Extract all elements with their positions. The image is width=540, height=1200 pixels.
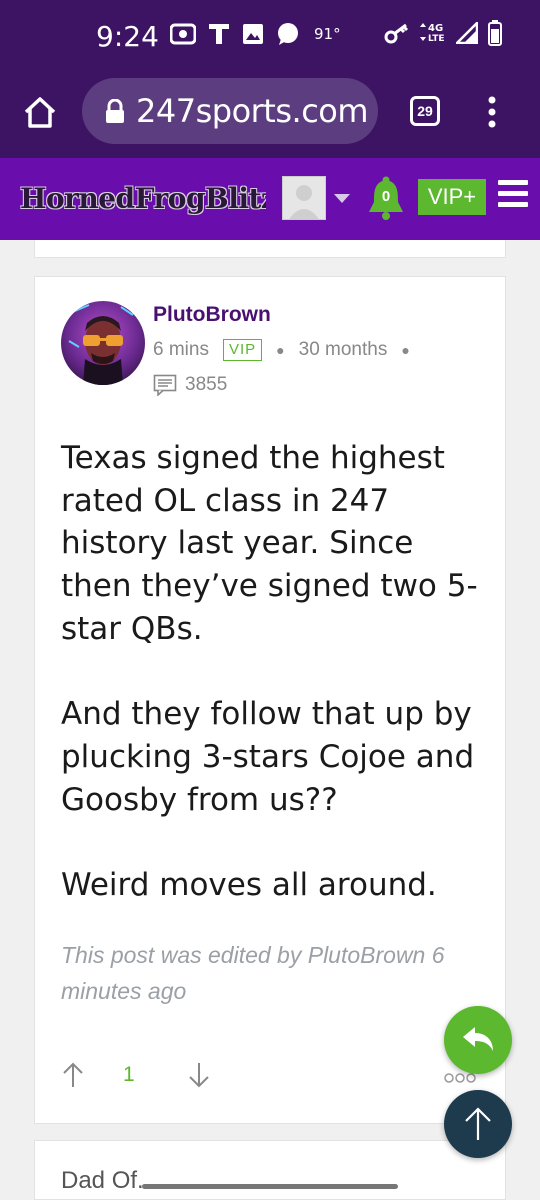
reply-icon bbox=[463, 1027, 493, 1051]
message-icon bbox=[276, 22, 300, 46]
home-button[interactable] bbox=[20, 92, 60, 132]
vip-badge: VIP bbox=[222, 339, 263, 361]
membership-duration: 30 months bbox=[298, 339, 388, 360]
edited-note: This post was edited by PlutoBrown 6 min… bbox=[61, 942, 445, 1004]
notifications-button[interactable]: 0 bbox=[366, 174, 406, 222]
browser-toolbar: 247sports.com 29 bbox=[0, 70, 540, 158]
menu-button[interactable] bbox=[498, 180, 528, 212]
home-icon bbox=[24, 97, 56, 128]
more-vert-icon bbox=[488, 96, 496, 128]
image-icon bbox=[242, 23, 264, 45]
downvote-button[interactable] bbox=[187, 1061, 211, 1089]
hamburger-line bbox=[498, 191, 528, 196]
status-bar: 9:24 91° 4G LTE bbox=[0, 0, 540, 70]
t-app-icon bbox=[208, 23, 230, 45]
post-paragraph: And they follow that up by plucking 3-st… bbox=[61, 696, 475, 818]
status-icons-left: 91° bbox=[170, 22, 341, 46]
site-header: HornedFrogBlitz 0 VIP+ bbox=[0, 158, 540, 240]
status-icons-right: 4G LTE bbox=[384, 20, 502, 46]
url-text: 247sports.com bbox=[136, 92, 369, 130]
upvote-button[interactable] bbox=[61, 1061, 85, 1089]
post-paragraph: Texas signed the highest rated OL class … bbox=[61, 440, 478, 647]
vip-plus-button[interactable]: VIP+ bbox=[418, 179, 486, 215]
user-avatar[interactable] bbox=[282, 176, 326, 220]
gesture-navigation-bar[interactable] bbox=[142, 1184, 398, 1189]
separator-dot: ● bbox=[401, 342, 410, 358]
chevron-down-icon[interactable] bbox=[334, 194, 350, 203]
status-time: 9:24 bbox=[96, 20, 159, 53]
signal-icon bbox=[456, 22, 478, 44]
arrow-down-icon bbox=[189, 1063, 209, 1088]
more-horiz-icon bbox=[444, 1073, 476, 1083]
url-bar[interactable]: 247sports.com bbox=[82, 78, 378, 144]
next-post-preview: Dad Of... bbox=[61, 1167, 158, 1194]
previous-post-card bbox=[34, 240, 506, 258]
next-post-card: Dad Of... bbox=[34, 1140, 506, 1200]
site-logo[interactable]: HornedFrogBlitz bbox=[20, 182, 266, 215]
post-count-row: 3855 bbox=[153, 374, 227, 396]
post-paragraph: Weird moves all around. bbox=[61, 867, 437, 903]
network-type: 4G LTE bbox=[420, 21, 446, 46]
screen-record-icon bbox=[170, 23, 196, 45]
post-body: Texas signed the highest rated OL class … bbox=[61, 437, 491, 907]
notification-count: 0 bbox=[381, 188, 391, 205]
post-meta: 6 mins VIP ● 30 months ● bbox=[153, 339, 424, 361]
temperature: 91° bbox=[314, 25, 341, 43]
post-time[interactable]: 6 mins bbox=[153, 339, 209, 361]
battery-icon bbox=[488, 20, 502, 46]
post-count: 3855 bbox=[185, 374, 228, 395]
svg-text:4G: 4G bbox=[428, 23, 443, 34]
author-avatar[interactable] bbox=[61, 301, 145, 385]
separator-dot: ● bbox=[276, 342, 285, 358]
scroll-to-top-button[interactable] bbox=[444, 1090, 512, 1158]
arrow-up-icon bbox=[63, 1062, 83, 1087]
browser-menu-button[interactable] bbox=[480, 94, 504, 130]
vpn-key-icon bbox=[384, 22, 410, 44]
hamburger-line bbox=[498, 202, 528, 207]
post-card: PlutoBrown 6 mins VIP ● 30 months ● 3855… bbox=[34, 276, 506, 1124]
hamburger-line bbox=[498, 180, 528, 185]
lock-icon bbox=[106, 99, 124, 123]
avatar-placeholder-icon bbox=[283, 177, 325, 219]
author-name[interactable]: PlutoBrown bbox=[153, 303, 271, 327]
arrow-up-icon bbox=[465, 1107, 491, 1140]
svg-text:LTE: LTE bbox=[428, 34, 445, 43]
author-avatar-image bbox=[61, 301, 145, 385]
comment-icon bbox=[153, 374, 177, 396]
vote-count: 1 bbox=[123, 1063, 135, 1086]
reply-button[interactable] bbox=[444, 1006, 512, 1074]
tab-switcher-button[interactable]: 29 bbox=[410, 96, 440, 126]
